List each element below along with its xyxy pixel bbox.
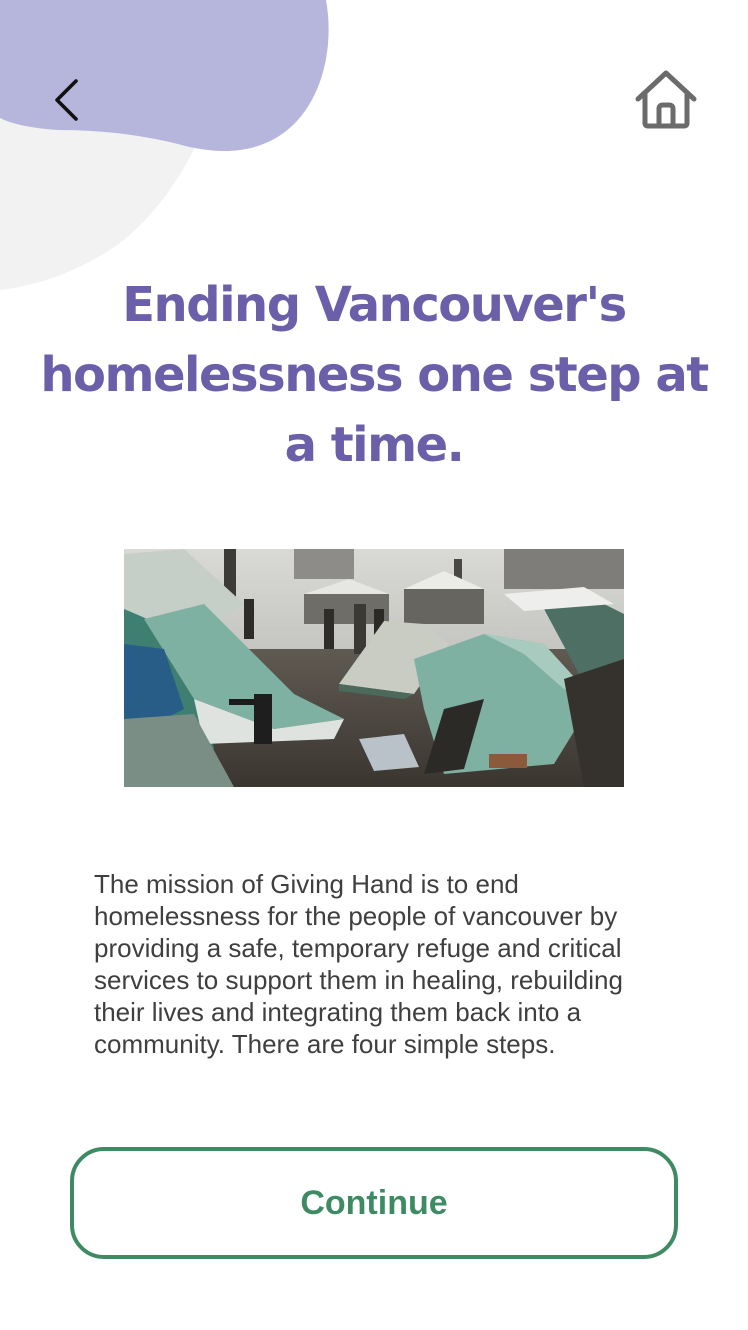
chevron-left-icon [55, 79, 78, 121]
back-button[interactable] [46, 72, 90, 128]
continue-button[interactable]: Continue [70, 1147, 678, 1259]
hero-image [124, 549, 624, 787]
home-button[interactable] [634, 68, 698, 130]
page-headline: Ending Vancouver's homelessness one step… [40, 277, 709, 473]
tent-encampment-illustration [124, 549, 624, 787]
mission-statement: The mission of Giving Hand is to end hom… [94, 869, 623, 1059]
home-icon [635, 70, 697, 129]
